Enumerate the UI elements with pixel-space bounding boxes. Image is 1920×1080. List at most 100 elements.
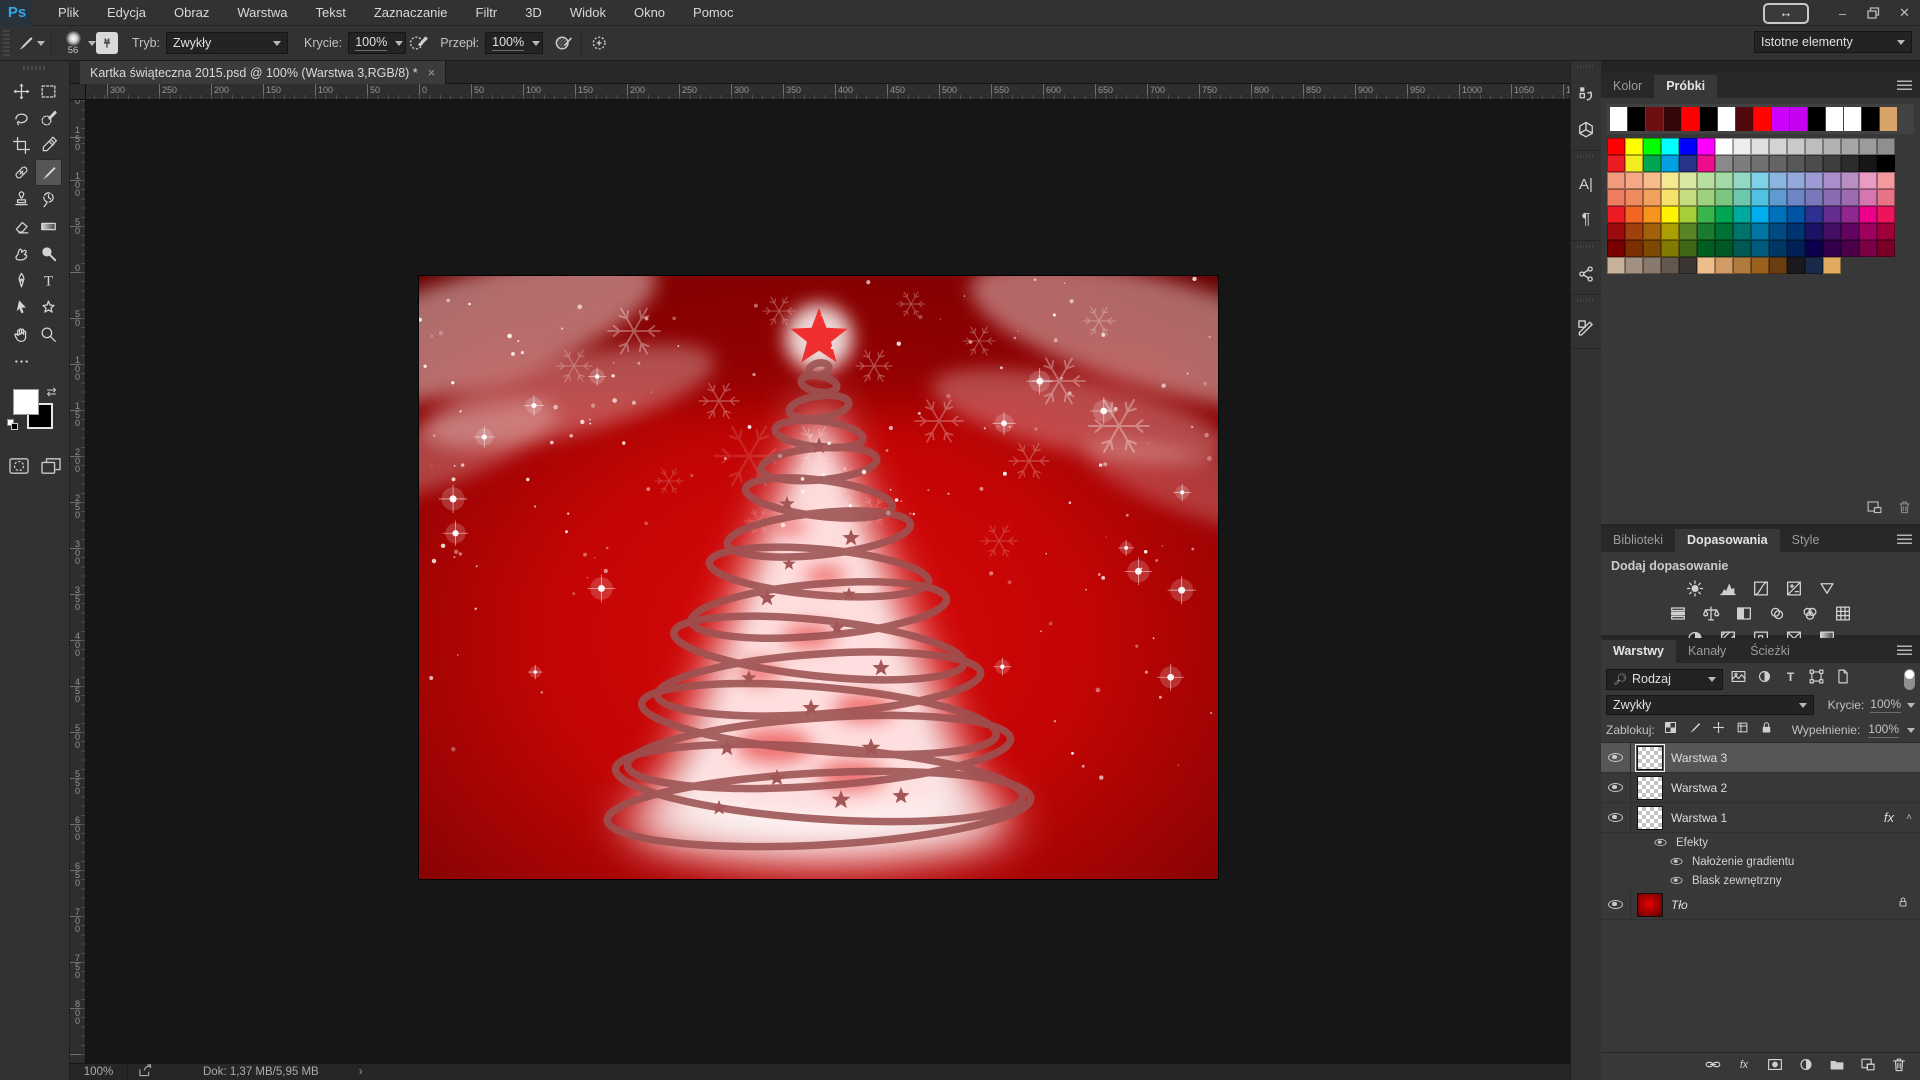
layer-filtering-toggle[interactable] (1904, 669, 1915, 690)
layer-visibility-cell[interactable] (1601, 803, 1631, 832)
eye-icon[interactable] (1655, 839, 1667, 846)
swatches-tab-prbki[interactable]: Próbki (1654, 75, 1717, 98)
color-swatch[interactable] (1859, 223, 1877, 240)
filter-image-icon[interactable] (1730, 668, 1747, 690)
minimize-button[interactable]: – (1829, 2, 1856, 24)
pressure-opacity-icon[interactable] (406, 31, 430, 55)
eye-icon[interactable] (1608, 813, 1623, 822)
canvas[interactable] (419, 276, 1218, 879)
color-swatch[interactable] (1697, 257, 1715, 274)
color-swatch[interactable] (1841, 223, 1859, 240)
layer-style-button[interactable]: fx (1735, 1056, 1753, 1078)
color-swatch[interactable] (1697, 189, 1715, 206)
new-layer-button[interactable] (1859, 1056, 1877, 1078)
color-swatch[interactable] (1607, 223, 1625, 240)
default-colors-icon[interactable] (7, 419, 19, 431)
lasso-tool[interactable] (8, 105, 35, 132)
color-swatch[interactable] (1841, 138, 1859, 155)
color-swatch[interactable] (1859, 189, 1877, 206)
vibrance-icon[interactable] (1815, 577, 1839, 599)
color-swatch[interactable] (1607, 172, 1625, 189)
color-swatch[interactable] (1787, 206, 1805, 223)
black-white-icon[interactable] (1732, 602, 1756, 624)
edit-toolbar[interactable] (8, 348, 35, 375)
color-swatch[interactable] (1841, 172, 1859, 189)
color-swatch[interactable] (1823, 189, 1841, 206)
layer-row-warstwa-2[interactable]: Warstwa 2 (1601, 773, 1920, 803)
color-swatch[interactable] (1805, 257, 1823, 274)
new-adjustment-button[interactable] (1797, 1056, 1815, 1078)
color-swatch[interactable] (1805, 155, 1823, 172)
workspace-select[interactable]: Istotne elementy (1754, 31, 1912, 53)
color-swatch[interactable] (1625, 138, 1643, 155)
effects-header-row[interactable]: Efekty (1601, 833, 1920, 852)
recent-swatch[interactable] (1790, 107, 1807, 131)
color-swatch[interactable] (1625, 155, 1643, 172)
color-swatch[interactable] (1625, 206, 1643, 223)
menu-item-widok[interactable]: Widok (556, 0, 620, 26)
color-swatch[interactable] (1751, 172, 1769, 189)
menu-item-tekst[interactable]: Tekst (301, 0, 359, 26)
color-swatch[interactable] (1805, 172, 1823, 189)
path-selection-tool[interactable] (8, 294, 35, 321)
color-swatch[interactable] (1787, 223, 1805, 240)
hand-tool[interactable] (8, 321, 35, 348)
color-swatch[interactable] (1607, 206, 1625, 223)
color-swatch[interactable] (1643, 240, 1661, 257)
color-swatch[interactable] (1787, 138, 1805, 155)
menu-item-obraz[interactable]: Obraz (160, 0, 223, 26)
color-swatch[interactable] (1769, 189, 1787, 206)
layer-visibility-cell[interactable] (1601, 743, 1631, 772)
clone-stamp-tool[interactable] (8, 186, 35, 213)
color-balance-icon[interactable] (1699, 602, 1723, 624)
color-swatch[interactable] (1715, 240, 1733, 257)
color-swatch[interactable] (1823, 155, 1841, 172)
color-swatch[interactable] (1715, 155, 1733, 172)
color-swatch[interactable] (1751, 155, 1769, 172)
hue-saturation-icon[interactable] (1666, 602, 1690, 624)
lock-all-icon[interactable] (1759, 720, 1774, 740)
move-tool[interactable] (8, 78, 35, 105)
layer-fx-badge[interactable]: fx (1884, 810, 1894, 825)
layer-row-t-o[interactable]: Tło (1601, 890, 1920, 920)
current-tool-preset-icon[interactable] (13, 31, 37, 55)
exposure-icon[interactable] (1782, 577, 1806, 599)
layer-filter-type-select[interactable]: 🔎︎ Rodzaj (1606, 669, 1723, 690)
color-swatch[interactable] (1733, 206, 1751, 223)
brightness-contrast-icon[interactable] (1683, 577, 1707, 599)
color-swatch[interactable] (1859, 172, 1877, 189)
color-swatch[interactable] (1823, 206, 1841, 223)
blend-mode-select[interactable]: Zwykły (166, 32, 288, 54)
flow-select[interactable]: 100% (485, 32, 543, 54)
spot-healing-brush-tool[interactable] (8, 159, 35, 186)
color-swatch[interactable] (1661, 189, 1679, 206)
color-swatch[interactable] (1787, 240, 1805, 257)
options-bar-grip[interactable] (3, 30, 10, 56)
character-panel-icon[interactable]: A| (1574, 172, 1598, 196)
brush-preset-picker[interactable]: 56 (58, 31, 88, 56)
history-panel-icon[interactable] (1574, 82, 1598, 106)
layer-row-warstwa-1[interactable]: Warstwa 1fx˄ (1601, 803, 1920, 833)
recent-swatch[interactable] (1610, 107, 1627, 131)
color-swatch[interactable] (1661, 257, 1679, 274)
recent-swatch[interactable] (1808, 107, 1825, 131)
toggle-brush-panel-button[interactable] (96, 32, 118, 54)
layer-name[interactable]: Warstwa 3 (1671, 751, 1727, 765)
pen-tool[interactable] (8, 267, 35, 294)
menu-item-zaznaczanie[interactable]: Zaznaczanie (360, 0, 462, 26)
layer-thumbnail[interactable] (1637, 893, 1663, 917)
color-swatch[interactable] (1625, 240, 1643, 257)
color-swatch[interactable] (1607, 240, 1625, 257)
color-swatch[interactable] (1679, 223, 1697, 240)
share-panel-icon[interactable] (1574, 262, 1598, 286)
collapse-effects-icon[interactable]: ˄ (1906, 812, 1912, 823)
color-swatch[interactable] (1733, 223, 1751, 240)
recent-swatch[interactable] (1736, 107, 1753, 131)
type-tool[interactable]: T (35, 267, 62, 294)
paragraph-panel-icon[interactable]: ¶ (1574, 208, 1598, 232)
color-swatch[interactable] (1715, 138, 1733, 155)
color-swatch[interactable] (1877, 240, 1895, 257)
effect-row[interactable]: Nałożenie gradientu (1601, 852, 1920, 871)
vertical-ruler[interactable]: 2 0 01 5 01 0 05 005 01 0 01 5 02 0 02 5… (70, 100, 86, 1063)
color-swatch[interactable] (1805, 189, 1823, 206)
